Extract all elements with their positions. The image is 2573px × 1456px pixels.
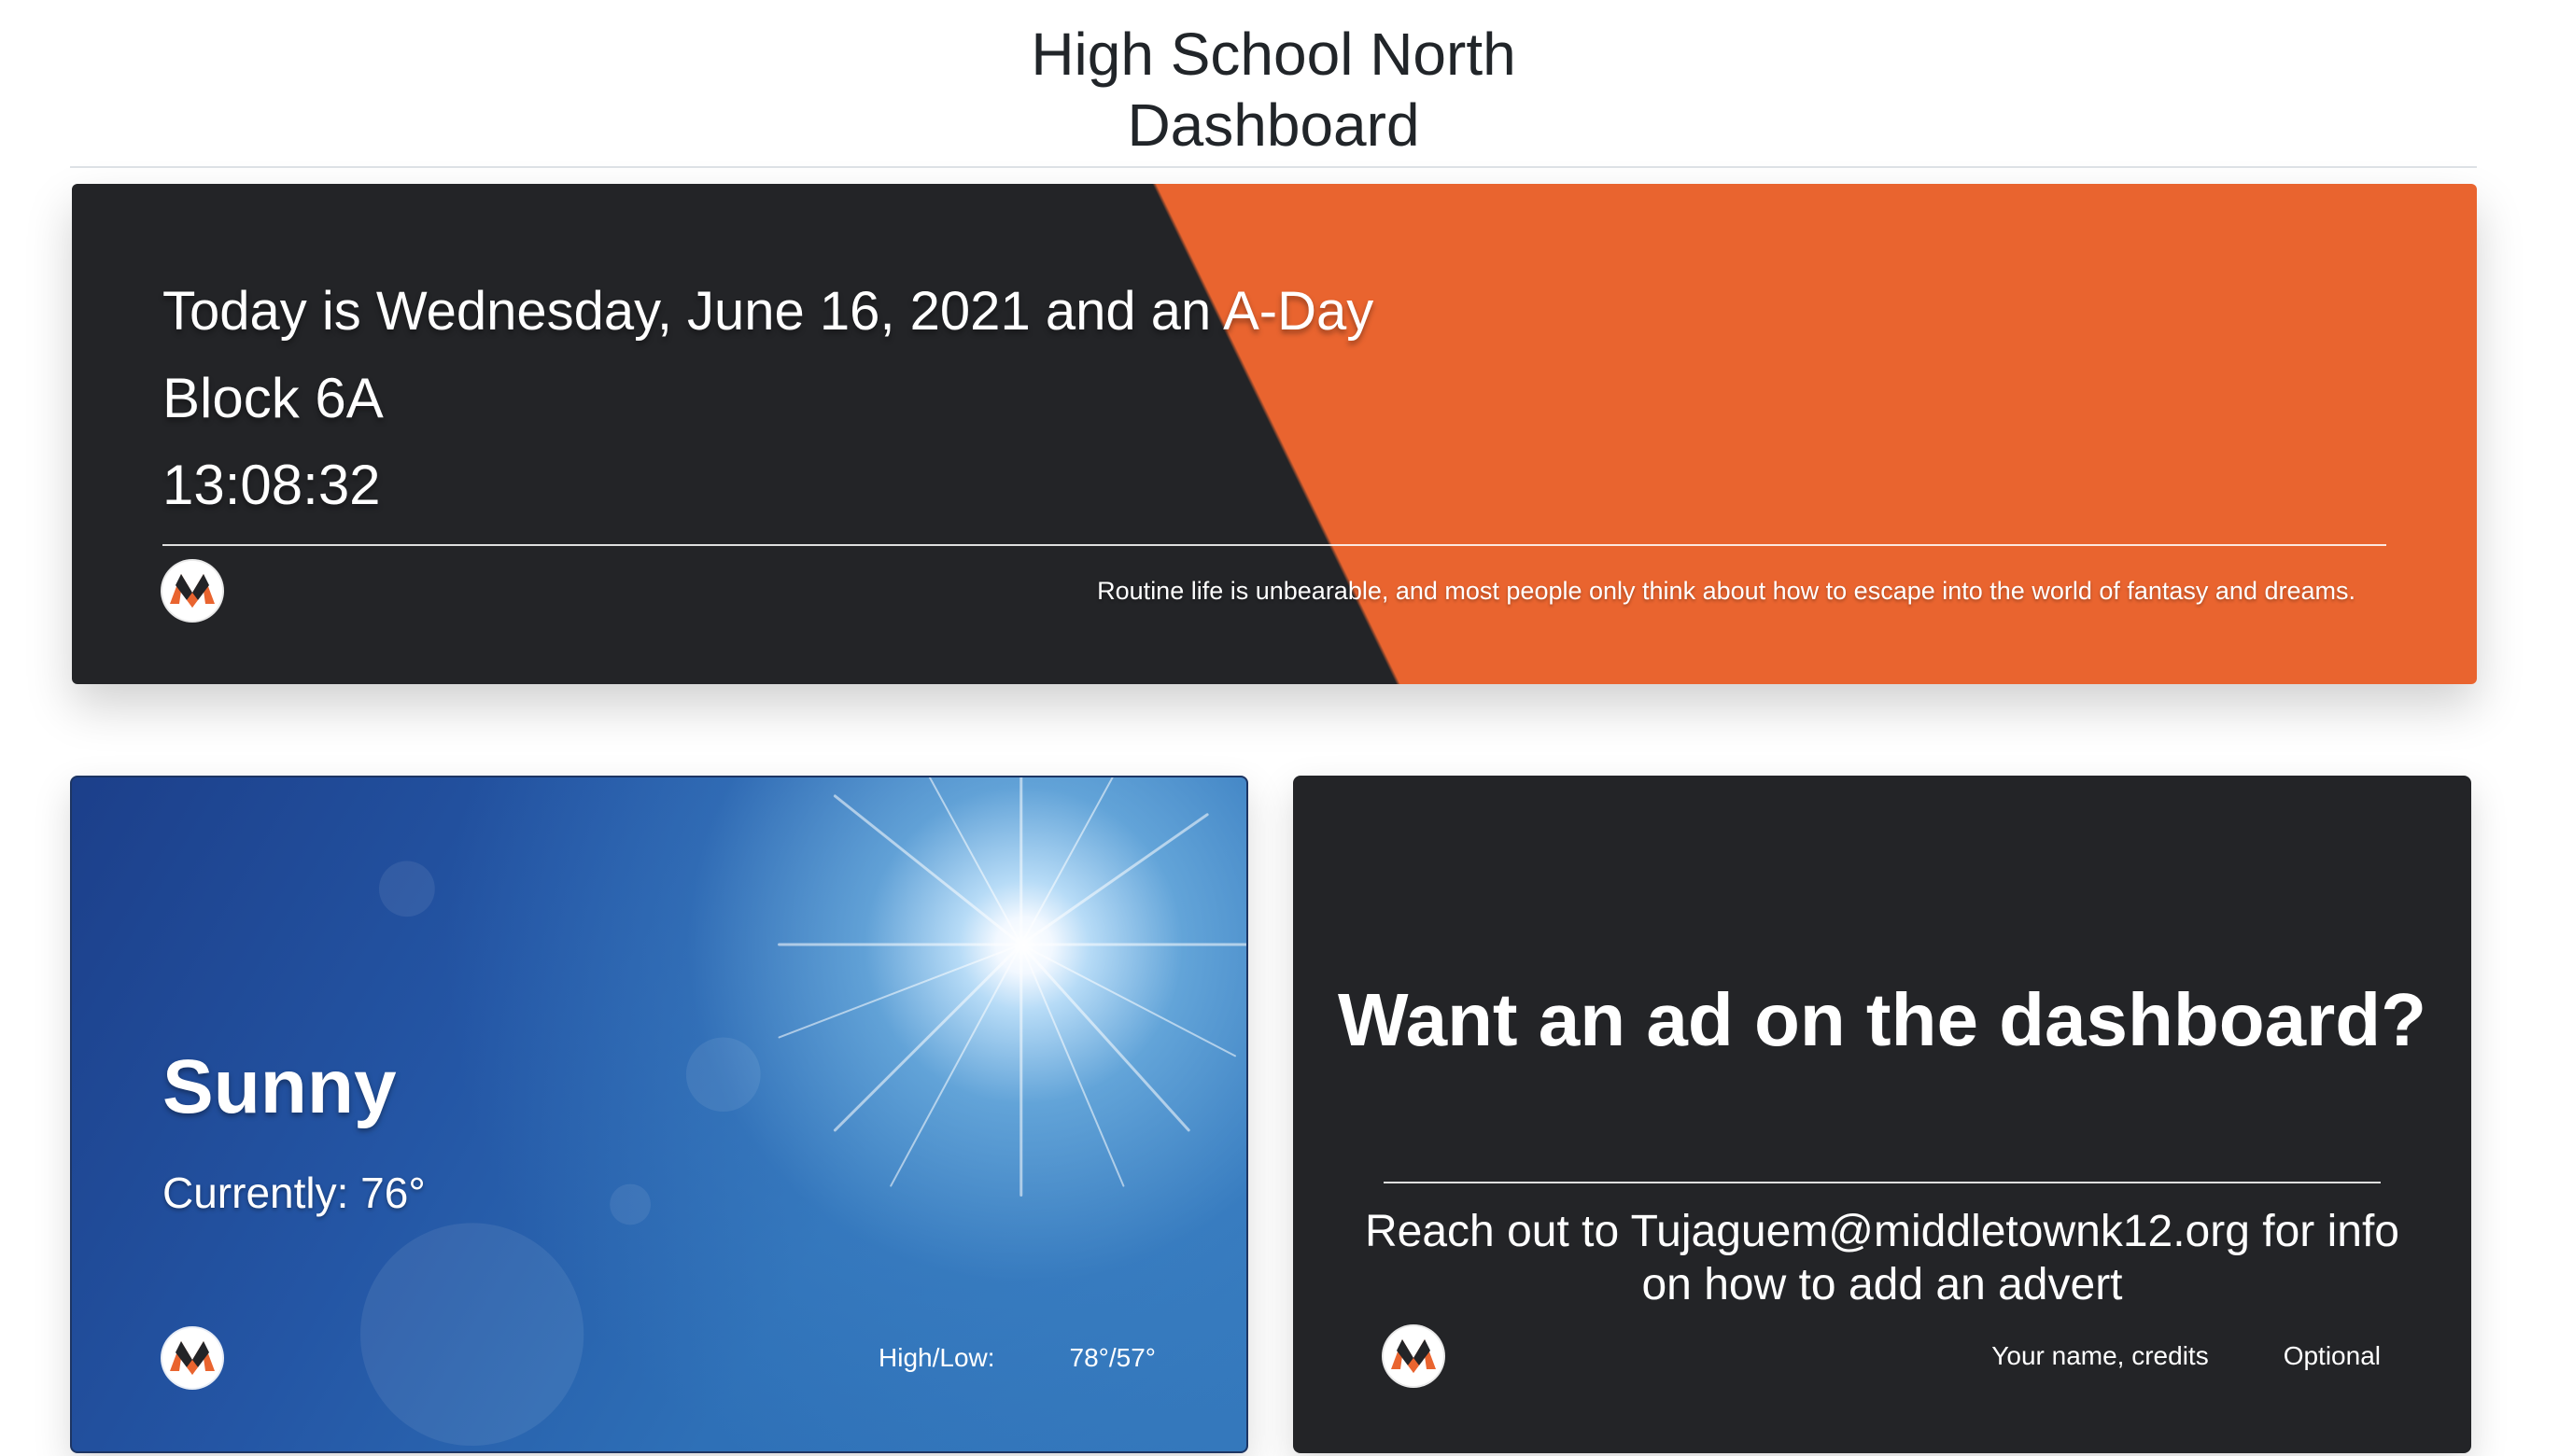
page-title-line-1: High School North (1031, 21, 1516, 88)
weather-condition: Sunny (162, 1044, 397, 1129)
quote-text: Routine life is unbearable, and most peo… (1097, 576, 2355, 605)
school-logo-icon (162, 561, 222, 621)
page-title-line-2: Dashboard (1127, 91, 1420, 159)
ad-footer: Your name, credits Optional (1384, 1326, 2381, 1386)
weather-card: Sunny Currently: 76° High/Low: 78°/57° (70, 776, 1248, 1453)
ad-optional-text: Optional (2283, 1341, 2381, 1370)
weather-footer: High/Low: 78°/57° (162, 1328, 1156, 1388)
banner-divider (162, 544, 2386, 546)
block-text: Block 6A (162, 367, 384, 429)
school-logo-icon (162, 1328, 222, 1388)
date-banner: Today is Wednesday, June 16, 2021 and an… (72, 184, 2477, 684)
school-logo-icon (1384, 1326, 1443, 1386)
ad-divider (1384, 1182, 2381, 1183)
current-temperature: Currently: 76° (162, 1169, 426, 1217)
page-title: High School North Dashboard (70, 0, 2477, 161)
ad-card: Want an ad on the dashboard? Reach out t… (1293, 776, 2471, 1453)
high-low-value: 78°/57° (1069, 1343, 1156, 1372)
banner-content: Today is Wednesday, June 16, 2021 and an… (162, 268, 2386, 528)
ad-credits-text: Your name, credits (1991, 1341, 2209, 1370)
banner-footer: Routine life is unbearable, and most peo… (162, 561, 2355, 621)
ad-body-text: Reach out to Tujaguem@middletownk12.org … (1364, 1207, 2399, 1309)
high-low-label: High/Low: (879, 1343, 995, 1372)
ad-title: Want an ad on the dashboard? (1338, 978, 2426, 1061)
clock-text: 13:08:32 (162, 454, 381, 516)
page-header: High School North Dashboard (70, 0, 2477, 168)
date-text: Today is Wednesday, June 16, 2021 and an… (162, 281, 1374, 342)
